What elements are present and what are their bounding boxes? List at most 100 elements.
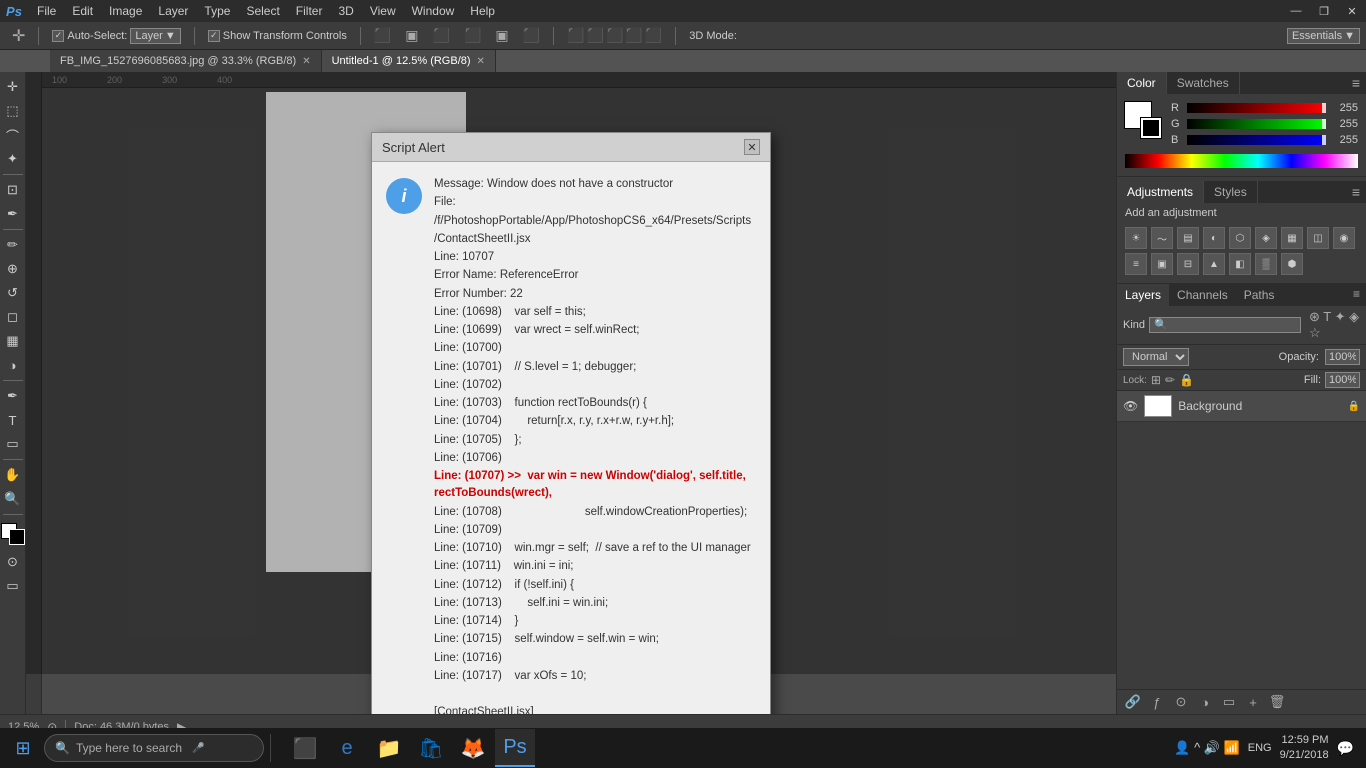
taskbar-search-box[interactable]: 🔍 Type here to search 🎤 [44, 734, 264, 762]
lock-all-icon[interactable]: 🔒 [1179, 373, 1194, 387]
menu-file[interactable]: File [30, 2, 63, 20]
menu-select[interactable]: Select [239, 2, 286, 20]
hsl-adjustment-icon[interactable]: ◈ [1255, 227, 1277, 249]
vibrance-adjustment-icon[interactable]: ⬡ [1229, 227, 1251, 249]
zoom-tool[interactable]: 🔍 [2, 488, 24, 510]
tab-swatches[interactable]: Swatches [1167, 72, 1240, 94]
tab-layers[interactable]: Layers [1117, 284, 1169, 306]
bw-adjustment-icon[interactable]: ◫ [1307, 227, 1329, 249]
align-right-icon[interactable]: ⬛ [517, 25, 546, 46]
channelmixer-adjustment-icon[interactable]: ≡ [1125, 253, 1147, 275]
layer-link-icon[interactable]: 🔗 [1123, 693, 1143, 711]
show-transform-check[interactable]: Show Transform Controls [202, 28, 353, 44]
history-brush-tool[interactable]: ↺ [2, 282, 24, 304]
brush-tool[interactable]: ✏ [2, 234, 24, 256]
menu-image[interactable]: Image [102, 2, 149, 20]
menu-view[interactable]: View [363, 2, 403, 20]
levels-adjustment-icon[interactable]: ▤ [1177, 227, 1199, 249]
background-color[interactable] [9, 529, 25, 545]
restore-button[interactable]: ❐ [1310, 0, 1338, 22]
layer-background[interactable]: 👁 Background 🔒 [1117, 391, 1366, 422]
tab-fb-img-close[interactable]: ✕ [302, 56, 310, 67]
menu-layer[interactable]: Layer [151, 2, 195, 20]
threshold-adjustment-icon[interactable]: ◧ [1229, 253, 1251, 275]
eraser-tool[interactable]: ◻ [2, 306, 24, 328]
layer-group-icon[interactable]: ▭ [1219, 693, 1239, 711]
colbalance-adjustment-icon[interactable]: ▦ [1281, 227, 1303, 249]
menu-3d[interactable]: 3D [331, 2, 360, 20]
posterize-adjustment-icon[interactable]: ▲ [1203, 253, 1225, 275]
align-middle-icon[interactable]: ▣ [489, 25, 514, 46]
move-tool[interactable]: ✛ [2, 76, 24, 98]
green-slider[interactable] [1187, 119, 1326, 129]
layer-mask-icon[interactable]: ⊙ [1171, 693, 1191, 711]
auto-select-checkbox[interactable] [52, 30, 64, 42]
taskbar-edge[interactable]: e [327, 729, 367, 767]
tab-channels[interactable]: Channels [1169, 284, 1236, 306]
taskbar-photoshop[interactable]: Ps [495, 729, 535, 767]
selectivecolor-adjustment-icon[interactable]: ⬢ [1281, 253, 1303, 275]
tab-untitled[interactable]: Untitled-1 @ 12.5% (RGB/8) ✕ [322, 50, 496, 72]
gradient-tool[interactable]: ▦ [2, 330, 24, 352]
align-bottom-icon[interactable]: ⬛ [427, 25, 456, 46]
lock-position-icon[interactable]: ⊞ [1151, 373, 1161, 387]
layers-search-input[interactable] [1149, 317, 1301, 333]
align-left-icon[interactable]: ⬛ [458, 25, 487, 46]
tab-color[interactable]: Color [1117, 72, 1167, 94]
tab-fb-img[interactable]: FB_IMG_1527696085683.jpg @ 33.3% (RGB/8)… [50, 50, 322, 72]
layer-delete-icon[interactable]: 🗑 [1267, 693, 1287, 711]
fill-input[interactable] [1325, 372, 1360, 388]
pen-tool[interactable]: ✒ [2, 385, 24, 407]
menu-edit[interactable]: Edit [65, 2, 100, 20]
start-button[interactable]: ⊞ [4, 729, 42, 767]
taskbar-explorer[interactable]: 📁 [369, 729, 409, 767]
quick-mask-tool[interactable]: ⊙ [2, 551, 24, 573]
menu-help[interactable]: Help [463, 2, 502, 20]
tab-styles[interactable]: Styles [1204, 181, 1258, 203]
background-color-swatch[interactable] [1141, 118, 1161, 138]
eyedropper-tool[interactable]: ✒ [2, 203, 24, 225]
opacity-input[interactable] [1325, 349, 1360, 365]
lasso-tool[interactable]: ⌒ [2, 124, 24, 146]
essentials-dropdown[interactable]: Essentials ▼ [1287, 28, 1360, 44]
taskbar-task-view[interactable]: ⬛ [285, 729, 325, 767]
magic-wand-tool[interactable]: ✦ [2, 148, 24, 170]
blue-slider[interactable] [1187, 135, 1326, 145]
auto-select-check[interactable]: Auto-Select: Layer ▼ [46, 26, 186, 46]
layer-visibility-icon[interactable]: 👁 [1123, 399, 1138, 413]
layers-panel-collapse-icon[interactable]: ≡ [1347, 284, 1366, 306]
taskbar-store[interactable]: 🛍 [411, 729, 451, 767]
align-center-icon[interactable]: ▣ [399, 25, 424, 46]
lock-image-icon[interactable]: ✏ [1165, 373, 1175, 387]
red-slider[interactable] [1187, 103, 1326, 113]
align-top-icon[interactable]: ⬛ [368, 25, 397, 46]
close-button[interactable]: ✕ [1338, 0, 1366, 22]
taskbar-firefox[interactable]: 🦊 [453, 729, 493, 767]
tab-adjustments[interactable]: Adjustments [1117, 181, 1204, 203]
auto-select-type-dropdown[interactable]: Layer ▼ [130, 28, 180, 44]
crop-tool[interactable]: ⊡ [2, 179, 24, 201]
menu-filter[interactable]: Filter [289, 2, 330, 20]
screen-mode-tool[interactable]: ▭ [2, 575, 24, 597]
exposure-adjustment-icon[interactable]: ◐ [1203, 227, 1225, 249]
text-tool[interactable]: T [2, 409, 24, 431]
tab-untitled-close[interactable]: ✕ [477, 56, 485, 67]
color-spectrum-bar[interactable] [1125, 154, 1358, 168]
menu-window[interactable]: Window [405, 2, 462, 20]
tab-paths[interactable]: Paths [1236, 284, 1283, 306]
color-panel-collapse-icon[interactable]: ≡ [1346, 72, 1366, 94]
dodge-tool[interactable]: ◑ [2, 354, 24, 376]
photofilter-adjustment-icon[interactable]: ◉ [1333, 227, 1355, 249]
menu-type[interactable]: Type [197, 2, 237, 20]
invert-adjustment-icon[interactable]: ⊟ [1177, 253, 1199, 275]
fg-bg-color-switcher[interactable] [1, 523, 25, 545]
layer-new-icon[interactable]: + [1243, 693, 1263, 711]
blend-mode-dropdown[interactable]: Normal [1123, 348, 1189, 366]
adjustments-collapse-icon[interactable]: ≡ [1346, 181, 1366, 203]
minimize-button[interactable]: — [1282, 0, 1310, 22]
selection-tool[interactable]: ⬚ [2, 100, 24, 122]
layer-adjustment-icon[interactable]: ◑ [1195, 693, 1215, 711]
notifications-icon[interactable]: 💬 [1337, 740, 1354, 757]
clone-tool[interactable]: ⊕ [2, 258, 24, 280]
layer-style-icon[interactable]: ƒ [1147, 693, 1167, 711]
